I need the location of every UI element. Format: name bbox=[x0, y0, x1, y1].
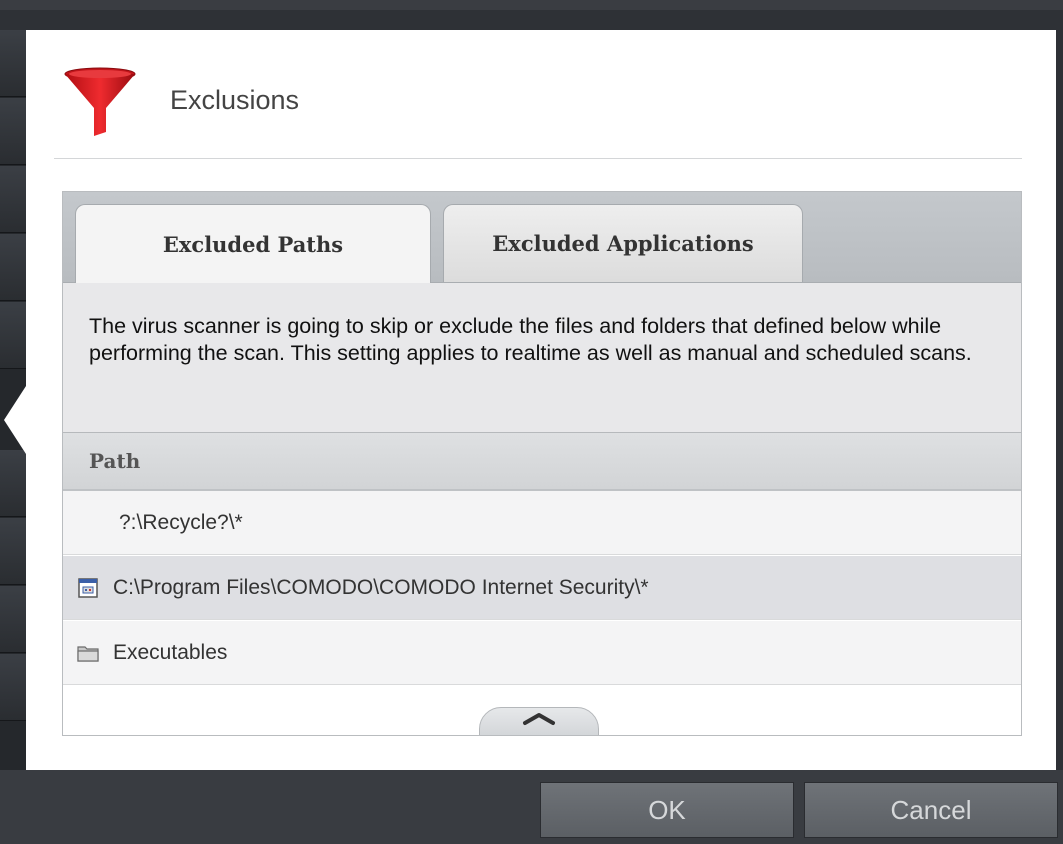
exclusions-list: ?:\Recycle?\* C:\Program Files\COMODO\CO… bbox=[63, 491, 1021, 735]
rail-item[interactable] bbox=[0, 450, 26, 517]
description-text: The virus scanner is going to skip or ex… bbox=[63, 283, 1021, 433]
dialog-title: Exclusions bbox=[170, 85, 300, 115]
list-item-label: ?:\Recycle?\* bbox=[119, 510, 243, 534]
list-item[interactable]: C:\Program Files\COMODO\COMODO Internet … bbox=[63, 556, 1021, 620]
rail-item[interactable] bbox=[0, 302, 26, 369]
tab-excluded-applications[interactable]: Excluded Applications bbox=[443, 204, 803, 282]
rail-item[interactable] bbox=[0, 518, 26, 585]
rail-item[interactable] bbox=[0, 234, 26, 301]
selection-pointer bbox=[4, 386, 26, 454]
exclusions-dialog: Exclusions Excluded Paths Excluded Appli… bbox=[26, 30, 1056, 770]
list-item[interactable]: Executables bbox=[63, 621, 1021, 685]
rail-item[interactable] bbox=[0, 98, 26, 165]
exclusions-panel: Excluded Paths Excluded Applications The… bbox=[62, 191, 1022, 736]
chevron-up-icon bbox=[523, 713, 555, 725]
column-header-path[interactable]: Path bbox=[63, 433, 1021, 491]
funnel-filter-icon bbox=[64, 67, 136, 136]
ok-button[interactable]: OK bbox=[540, 782, 794, 838]
rail-item[interactable] bbox=[0, 166, 26, 233]
folder-icon bbox=[77, 645, 99, 662]
list-item-label: Executables bbox=[113, 640, 228, 664]
top-strip bbox=[0, 0, 1063, 10]
rail-item[interactable] bbox=[0, 30, 26, 97]
tab-excluded-paths[interactable]: Excluded Paths bbox=[75, 204, 431, 283]
list-item-label: C:\Program Files\COMODO\COMODO Internet … bbox=[113, 575, 649, 599]
list-item[interactable]: ?:\Recycle?\* bbox=[63, 491, 1021, 555]
header-divider bbox=[54, 158, 1022, 159]
expand-toggle[interactable] bbox=[479, 707, 599, 735]
program-file-icon bbox=[78, 577, 98, 598]
rail-item[interactable] bbox=[0, 654, 26, 721]
tab-bar: Excluded Paths Excluded Applications bbox=[63, 192, 1021, 283]
cancel-button[interactable]: Cancel bbox=[804, 782, 1058, 838]
rail-item[interactable] bbox=[0, 586, 26, 653]
